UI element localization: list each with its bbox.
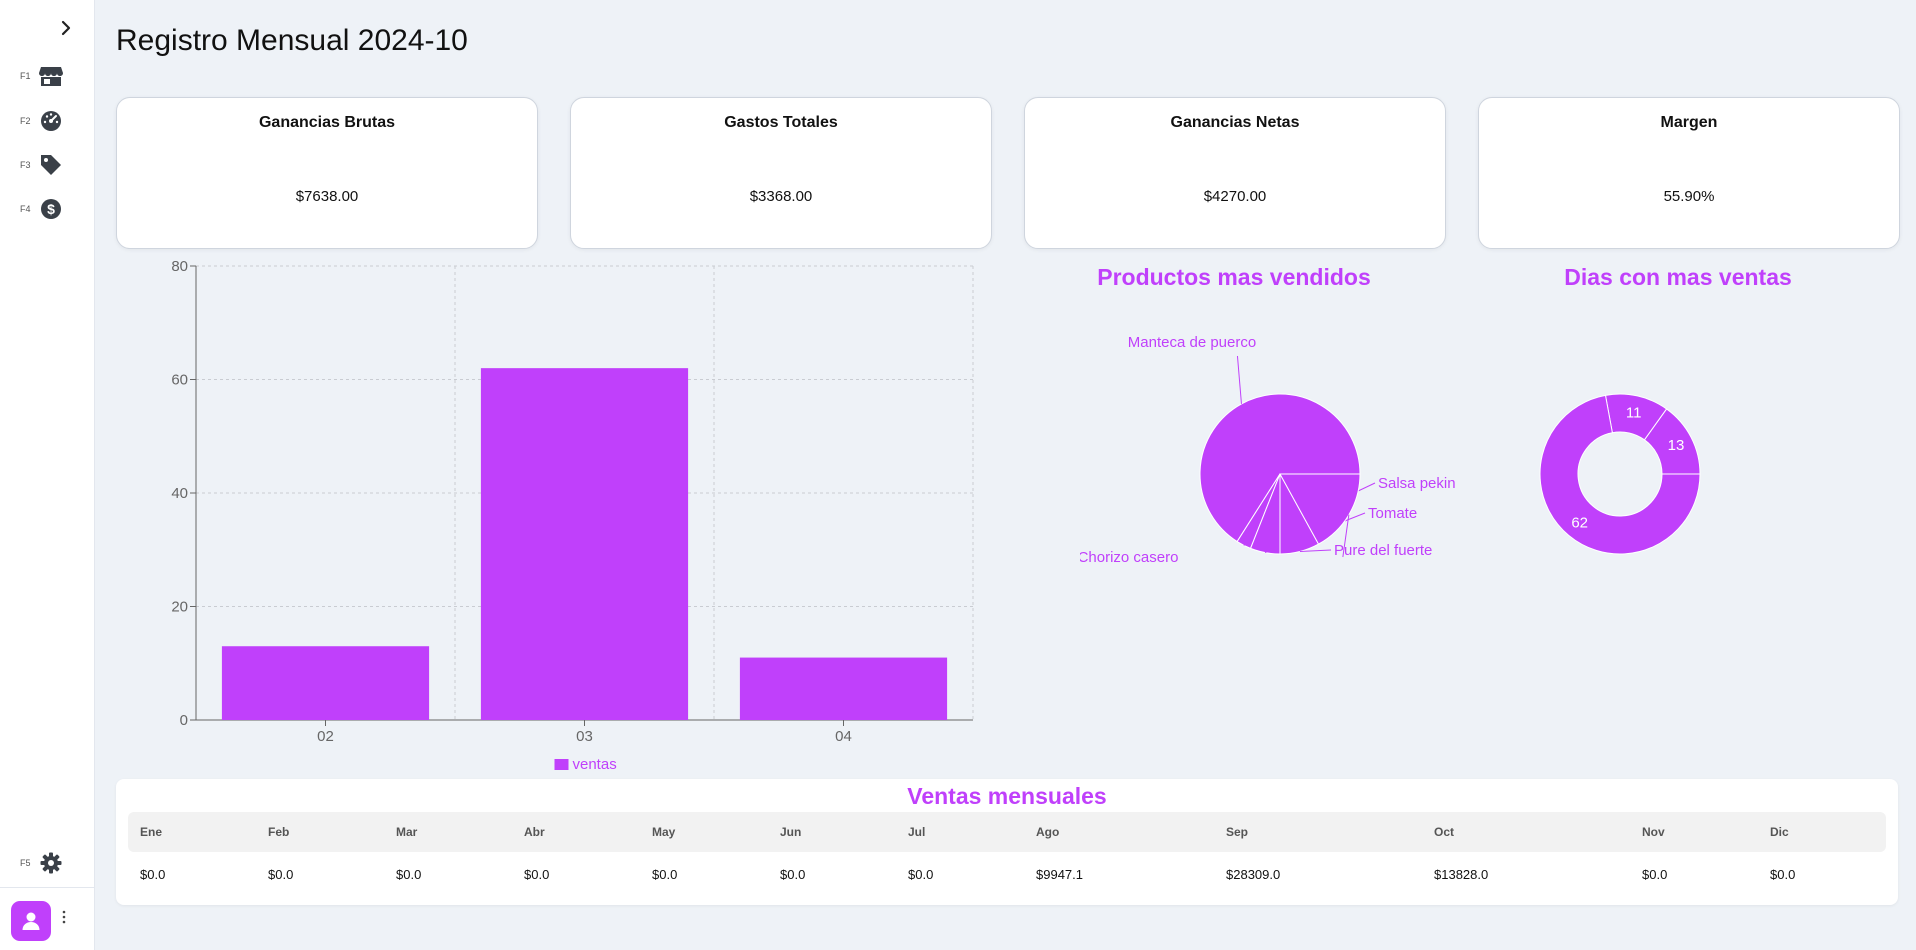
top-days-donut-chart: 13 11 62 <box>1539 393 1701 555</box>
sidebar: F1 F2 F3 F4 $ F5 <box>0 0 95 950</box>
y-tick-label: 80 <box>171 258 188 275</box>
table-cell: $28309.0 <box>1226 867 1281 882</box>
x-tick-label: 04 <box>835 728 852 745</box>
user-avatar-button[interactable] <box>11 901 51 941</box>
y-tick-label: 60 <box>171 372 188 389</box>
table-cell: $13828.0 <box>1434 867 1489 882</box>
table-cell: $0.0 <box>908 867 934 882</box>
pie-label: Tomate <box>1368 505 1417 522</box>
legend-label: ventas <box>573 756 617 773</box>
top-products-chart-title: Productos mas vendidos <box>1097 264 1371 290</box>
donut-label: 13 <box>1668 437 1685 454</box>
table-column-header: Feb <box>268 825 290 839</box>
table-cell: $0.0 <box>524 867 550 882</box>
y-tick-label: 0 <box>180 712 188 729</box>
dollar-icon: $ <box>36 194 66 224</box>
shortcut-label: F5 <box>20 858 31 868</box>
chevron-right-icon <box>61 20 71 36</box>
table-title: Ventas mensuales <box>907 783 1107 809</box>
table-cell: $0.0 <box>1642 867 1668 882</box>
table-cell: $0.0 <box>780 867 806 882</box>
user-icon <box>22 912 40 930</box>
more-vertical-icon[interactable] <box>62 910 66 928</box>
sidebar-divider <box>0 887 94 888</box>
table-column-header: Jul <box>908 825 926 839</box>
top-days-chart-title: Dias con mas ventas <box>1564 264 1792 290</box>
sidebar-item-tags[interactable]: F3 <box>20 150 86 180</box>
card-value: $7638.00 <box>295 188 359 205</box>
bar-chart: 0 20 40 60 80 02 03 04 ventas <box>171 258 974 773</box>
card-title: Ganancias Netas <box>1170 114 1300 131</box>
bar[interactable] <box>739 657 948 720</box>
table-column-header: Ago <box>1036 825 1060 839</box>
donut-label: 62 <box>1571 514 1588 531</box>
table-column-header: Sep <box>1226 825 1249 839</box>
card-value: 55.90% <box>1663 188 1715 205</box>
svg-text:$: $ <box>47 201 55 217</box>
table-column-header: Mar <box>396 825 418 839</box>
x-tick-label: 03 <box>576 728 593 745</box>
table-column-header: Jun <box>780 825 802 839</box>
bar[interactable] <box>221 646 430 720</box>
kpi-card-net-profit: Ganancias Netas $4270.00 <box>1024 97 1446 249</box>
shortcut-label: F4 <box>20 204 31 214</box>
monthly-sales-table: Ventas mensuales Ene $0.0 Feb $0.0 Mar $0.0 Ab… <box>116 779 1898 905</box>
table-cell: $0.0 <box>268 867 294 882</box>
y-tick-label: 20 <box>171 599 188 616</box>
table-column-header: Abr <box>524 825 545 839</box>
kpi-card-margin: Margen 55.90% <box>1478 97 1900 249</box>
table-cell: $0.0 <box>1770 867 1796 882</box>
sidebar-item-settings[interactable]: F5 <box>20 848 86 878</box>
bar[interactable] <box>480 368 689 720</box>
sidebar-item-finance[interactable]: F4 $ <box>20 194 86 224</box>
table-column-header: Nov <box>1642 825 1665 839</box>
legend-swatch <box>554 759 569 770</box>
sidebar-item-dashboard[interactable]: F2 <box>20 106 86 136</box>
pie-label: Salsa pekin <box>1378 475 1456 492</box>
chart-legend: ventas <box>554 756 617 773</box>
shortcut-label: F2 <box>20 116 31 126</box>
shortcut-label: F1 <box>20 71 31 81</box>
tag-icon <box>36 150 66 180</box>
pie-label: Manteca de puerco <box>1128 334 1256 351</box>
kpi-card-total-expenses: Gastos Totales $3368.00 <box>570 97 992 249</box>
dashboard-gauge-icon <box>36 106 66 136</box>
table-column-header: May <box>652 825 676 839</box>
kpi-card-gross-profit: Ganancias Brutas $7638.00 <box>116 97 538 249</box>
table-cell: $0.0 <box>652 867 678 882</box>
sidebar-item-store[interactable]: F1 <box>20 61 86 91</box>
table-column-header: Dic <box>1770 825 1789 839</box>
y-tick-label: 40 <box>171 485 188 502</box>
page-title: Registro Mensual 2024-10 <box>116 24 468 57</box>
pie-label: Pure del fuerte <box>1334 542 1432 559</box>
table-cell: $9947.1 <box>1036 867 1083 882</box>
table-cell: $0.0 <box>140 867 166 882</box>
top-products-pie-chart: Manteca de puerco Salsa pekin Tomate Pure d… <box>1080 334 1456 566</box>
card-value: $4270.00 <box>1203 188 1267 205</box>
table-column-header: Ene <box>140 825 163 839</box>
donut-label: 11 <box>1626 405 1642 422</box>
card-title: Ganancias Brutas <box>258 114 396 131</box>
card-title: Gastos Totales <box>724 114 838 131</box>
card-title: Margen <box>1660 114 1718 131</box>
x-tick-label: 02 <box>317 728 334 745</box>
table-header-row <box>128 812 1886 852</box>
store-icon <box>36 61 66 91</box>
sidebar-toggle-button[interactable] <box>52 14 80 42</box>
pie-label: Chorizo casero <box>1080 549 1178 566</box>
gear-icon <box>36 848 66 878</box>
card-value: $3368.00 <box>749 188 813 205</box>
shortcut-label: F3 <box>20 160 31 170</box>
table-column-header: Oct <box>1434 825 1455 839</box>
table-cell: $0.0 <box>396 867 422 882</box>
